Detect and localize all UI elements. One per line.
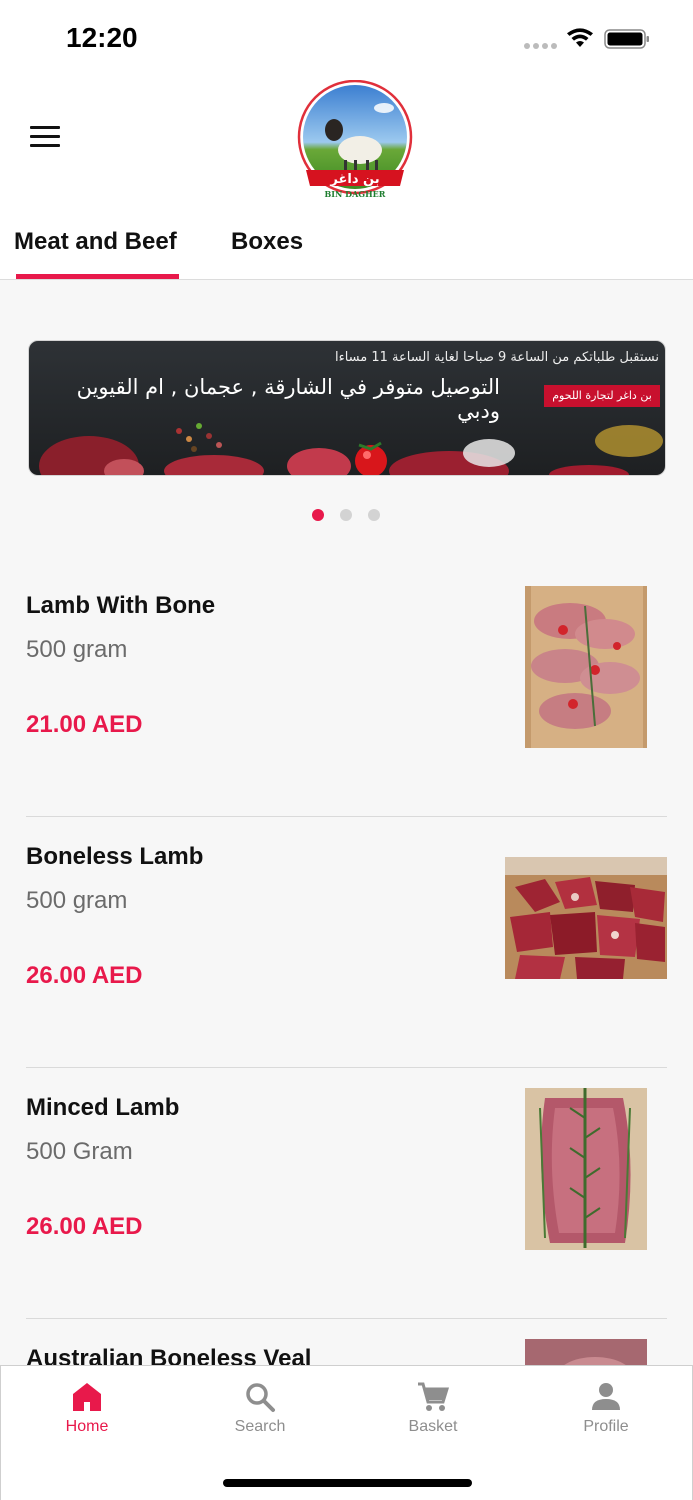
nav-search[interactable]: Search [200,1380,320,1450]
product-item[interactable]: Lamb With Bone 500 gram 21.00 AED [26,566,667,817]
person-icon [592,1383,620,1410]
nav-home-label: Home [65,1418,109,1435]
bottom-navigation: Home Search Basket Profile [0,1365,693,1500]
product-item[interactable]: Boneless Lamb 500 gram 26.00 AED [26,817,667,1068]
active-tab-indicator [16,274,179,279]
cellular-signal-icon [524,43,557,49]
product-price: 26.00 AED [26,1213,143,1240]
home-indicator[interactable] [223,1479,472,1487]
product-item[interactable]: Minced Lamb 500 Gram 26.00 AED [26,1068,667,1319]
tab-boxes[interactable]: Boxes [231,228,303,256]
banner-delivery-text: التوصيل متوفر في الشارقة , عجمان , ام ال… [76,375,500,423]
battery-icon [604,29,649,49]
nav-home[interactable]: Home [27,1380,147,1450]
category-tabs: Meat and Beef Boxes [0,212,693,280]
product-weight: 500 gram [26,887,128,914]
app-header: بن داغر BIN DAGHER [0,80,693,212]
product-name: Boneless Lamb [26,843,204,870]
nav-profile[interactable]: Profile [546,1380,666,1450]
banner-brand-badge: بن داغر لتجارة اللحوم [544,385,660,407]
home-icon [73,1383,101,1411]
nav-search-label: Search [234,1418,286,1435]
product-price: 26.00 AED [26,962,143,989]
nav-basket-label: Basket [408,1418,458,1435]
bin-dagher-logo: بن داغر BIN DAGHER [297,80,413,199]
wifi-icon [567,28,593,47]
product-image[interactable] [505,857,667,979]
carousel-dot-3[interactable] [368,509,380,521]
banner-hours-text: نستقبل طلباتكم من الساعة 9 صباحا لغاية ا… [334,350,659,365]
promo-banner[interactable]: نستقبل طلباتكم من الساعة 9 صباحا لغاية ا… [28,340,666,476]
carousel-dot-1[interactable] [312,509,324,521]
product-weight: 500 Gram [26,1138,133,1165]
product-weight: 500 gram [26,636,128,663]
product-price: 21.00 AED [26,711,143,738]
cart-icon [418,1382,450,1411]
status-time: 12:20 [66,22,138,53]
nav-profile-label: Profile [583,1418,629,1435]
search-icon [246,1383,275,1412]
carousel-dots [312,509,380,521]
status-bar: 12:20 [0,0,693,80]
product-name: Minced Lamb [26,1094,180,1121]
logo-arabic-text: بن داغر [329,172,379,187]
product-image[interactable] [525,1088,647,1250]
carousel-dot-2[interactable] [340,509,352,521]
logo-english-text: BIN DAGHER [325,189,386,199]
product-image[interactable] [525,586,647,748]
nav-basket[interactable]: Basket [373,1380,493,1450]
tab-meat-and-beef[interactable]: Meat and Beef [14,228,177,256]
menu-icon[interactable] [30,126,62,148]
product-name: Lamb With Bone [26,592,216,619]
